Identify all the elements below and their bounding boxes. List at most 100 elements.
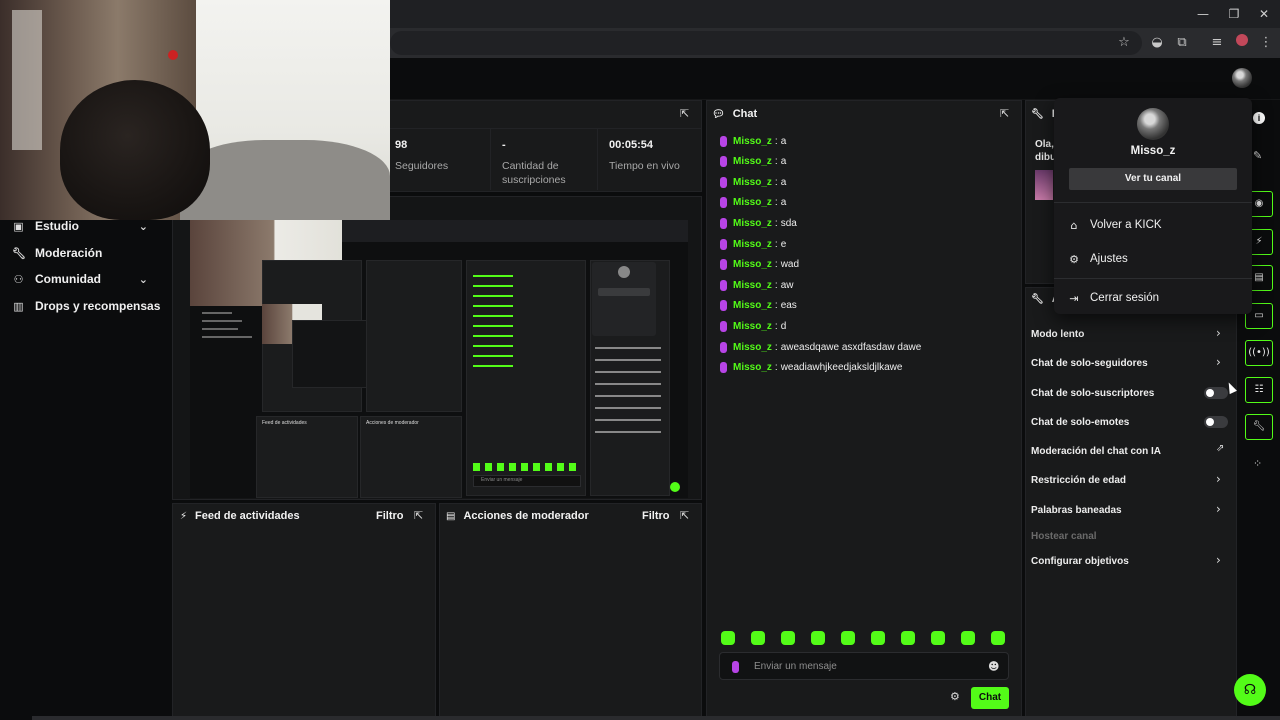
emote-icon[interactable] <box>781 631 795 645</box>
chat-username[interactable]: Misso_z <box>733 259 772 270</box>
chevron-right-icon[interactable]: › <box>1216 553 1221 567</box>
chat-input[interactable]: Enviar un mensaje ☻ <box>719 652 1009 680</box>
webcam-shoulder <box>180 140 390 220</box>
address-bar[interactable] <box>390 31 1142 55</box>
chat-send-button[interactable]: Chat <box>971 687 1009 709</box>
profile-icon[interactable] <box>1233 34 1251 52</box>
menu-item-back-to-kick[interactable]: ⌂ Volver a KICK <box>1068 215 1162 235</box>
chat-colon: : <box>774 362 778 374</box>
chat-username[interactable]: Misso_z <box>733 239 772 250</box>
edit-icon[interactable]: ✎ <box>1253 149 1262 162</box>
rail-button-layout[interactable]: ☷ <box>1245 377 1273 403</box>
external-link-icon[interactable]: ⇗ <box>1216 443 1224 454</box>
nested-mod-panel: Acciones de moderador <box>360 416 462 498</box>
emote-icon[interactable] <box>811 631 825 645</box>
expand-icon[interactable]: ⇱ <box>680 108 692 120</box>
mod-setting-label: Chat de solo-suscriptores <box>1031 387 1155 399</box>
followers-count: 98 <box>395 139 408 151</box>
menu-item-settings[interactable]: ⚙ Ajustes <box>1068 249 1128 269</box>
expand-icon[interactable]: ⇱ <box>680 510 692 522</box>
mic-badge-icon <box>720 300 727 312</box>
chat-username[interactable]: Misso_z <box>733 280 772 291</box>
emote-icon[interactable] <box>871 631 885 645</box>
stream-preview[interactable]: Enviar un mensaje Feed de actividades Ac… <box>190 220 688 498</box>
chat-username[interactable]: Misso_z <box>733 218 772 229</box>
mod-setting-row[interactable]: Configurar objetivos <box>1031 553 1129 569</box>
mic-badge-icon <box>720 135 727 147</box>
mod-setting-row[interactable]: Palabras baneadas <box>1031 502 1122 518</box>
menu-item-logout[interactable]: ⇥ Cerrar sesión <box>1068 288 1159 308</box>
menu-icon[interactable]: ⋮ <box>1257 34 1275 52</box>
chat-text: a <box>780 156 787 168</box>
chat-panel <box>706 100 1022 720</box>
chat-username[interactable]: Misso_z <box>733 300 772 311</box>
chat-colon: : <box>774 197 778 209</box>
more-icon[interactable]: ⁘ <box>1253 457 1262 470</box>
star-icon[interactable]: ☆ <box>1115 34 1133 52</box>
toggle-switch[interactable] <box>1204 416 1228 428</box>
help-button[interactable]: ☊ <box>1234 674 1266 706</box>
emoji-icon[interactable]: ☻ <box>988 660 999 673</box>
maximize-button[interactable]: ❐ <box>1219 4 1249 24</box>
chevron-right-icon[interactable]: › <box>1216 326 1221 340</box>
chat-username[interactable]: Misso_z <box>733 136 772 147</box>
close-window-button[interactable]: ✕ <box>1249 4 1279 24</box>
studio-icon: ▣ <box>13 219 24 233</box>
nested-sidebar <box>202 306 264 346</box>
broadcast-icon: ((•)) <box>1248 347 1270 358</box>
chevron-right-icon[interactable]: › <box>1216 502 1221 516</box>
mod-setting-row[interactable]: Modo lento <box>1031 326 1084 342</box>
mod-setting-row[interactable]: Chat de solo-seguidores <box>1031 355 1148 371</box>
sidebar-item-drops[interactable]: ▥ Drops y recompensas <box>12 295 162 317</box>
chat-username[interactable]: Misso_z <box>733 321 772 332</box>
mod-actions-panel <box>439 503 702 720</box>
bottom-scrollbar[interactable] <box>32 716 1280 720</box>
rail-button-tools[interactable]: 🔧︎ <box>1245 414 1273 440</box>
chat-input-placeholder: Enviar un mensaje <box>754 661 837 672</box>
chevron-right-icon[interactable]: › <box>1216 355 1221 369</box>
toggle-switch[interactable] <box>1204 387 1228 399</box>
rail-button-broadcast[interactable]: ((•)) <box>1245 340 1273 366</box>
mod-actions-title: ▤ Acciones de moderador <box>446 510 589 522</box>
emote-icon[interactable] <box>991 631 1005 645</box>
chat-colon: : <box>774 217 778 229</box>
chat-username[interactable]: Misso_z <box>733 362 772 373</box>
view-channel-button[interactable]: Ver tu canal <box>1069 168 1237 190</box>
chat-username[interactable]: Misso_z <box>733 177 772 188</box>
emote-icon[interactable] <box>931 631 945 645</box>
minimize-button[interactable]: — <box>1188 4 1218 24</box>
cast-icon[interactable]: ◒ <box>1148 34 1166 52</box>
expand-icon[interactable]: ⇱ <box>1000 108 1012 120</box>
sidebar-item-community[interactable]: ⚇ Comunidad ⌄ <box>12 268 162 290</box>
emote-icon[interactable] <box>841 631 855 645</box>
mod-setting-row[interactable]: Chat de solo-suscriptores <box>1031 385 1154 401</box>
emote-icon[interactable] <box>751 631 765 645</box>
emote-icon[interactable] <box>901 631 915 645</box>
divider <box>597 128 598 190</box>
chat-settings-icon[interactable]: ⚙ <box>950 690 960 703</box>
mod-filter-button[interactable]: Filtro <box>642 510 670 522</box>
panel-title-text: Acciones de moderador <box>463 510 589 522</box>
chat-username[interactable]: Misso_z <box>733 342 772 353</box>
info-icon[interactable]: i <box>1253 112 1265 124</box>
sidebar-item-moderation[interactable]: 🔧︎ Moderación <box>12 242 162 264</box>
chat-username[interactable]: Misso_z <box>733 197 772 208</box>
extensions-icon[interactable]: ⧉ <box>1173 34 1191 52</box>
emote-icon[interactable] <box>961 631 975 645</box>
expand-icon[interactable]: ⇱ <box>414 510 426 522</box>
home-icon: ⌂ <box>1070 218 1078 232</box>
panel-title-text: Chat <box>732 108 758 120</box>
mod-setting-row[interactable]: Restricción de edad <box>1031 472 1126 488</box>
header-avatar[interactable] <box>1232 68 1252 88</box>
chat-username[interactable]: Misso_z <box>733 156 772 167</box>
media-icon[interactable]: ≡ <box>1208 34 1226 52</box>
chat-message: Misso_z: aweasdqawe asxdfasdaw dawe <box>720 339 921 355</box>
mod-setting-row[interactable]: Moderación del chat con IA <box>1031 443 1161 459</box>
mod-setting-row[interactable]: Chat de solo-emotes <box>1031 414 1129 430</box>
nested-dropdown <box>592 262 656 336</box>
chat-message: Misso_z: e <box>720 236 786 252</box>
chat-colon: : <box>774 238 778 250</box>
activity-filter-button[interactable]: Filtro <box>376 510 404 522</box>
emote-icon[interactable] <box>721 631 735 645</box>
chevron-right-icon[interactable]: › <box>1216 472 1221 486</box>
